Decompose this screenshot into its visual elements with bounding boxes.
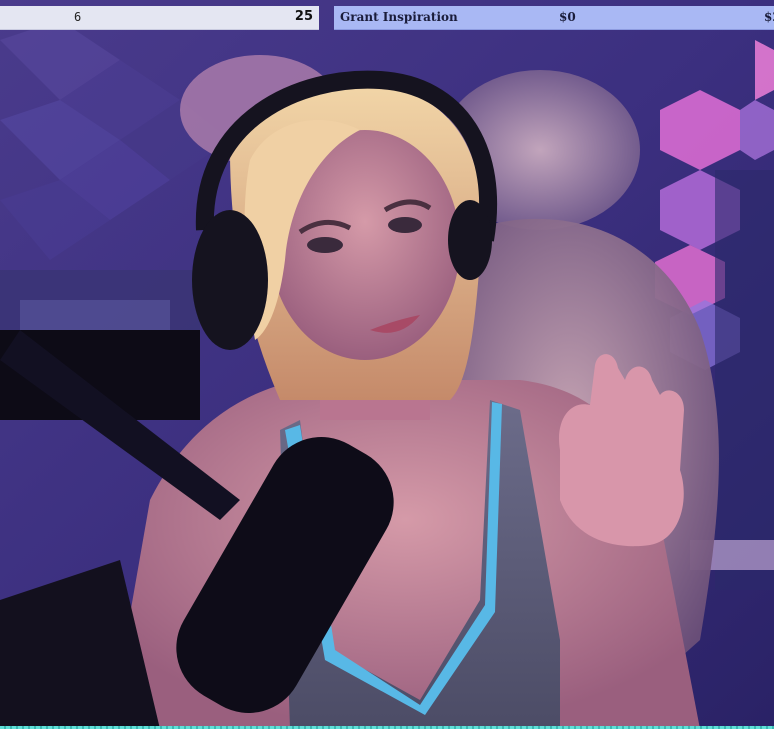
stat-value-b: 25: [294, 9, 313, 24]
stream-frame: 6 25 Grant Inspiration $0 $2: [0, 0, 774, 729]
goal-current-amount: $0: [559, 10, 576, 24]
webcam-video: [0, 0, 774, 729]
goal-target-amount: $2: [764, 10, 774, 24]
stat-value-a: 6: [74, 10, 82, 24]
goal-label: Grant Inspiration: [340, 10, 458, 24]
stats-bar-left: 6 25: [0, 6, 319, 30]
goal-bar: Grant Inspiration $0 $2: [334, 6, 774, 30]
